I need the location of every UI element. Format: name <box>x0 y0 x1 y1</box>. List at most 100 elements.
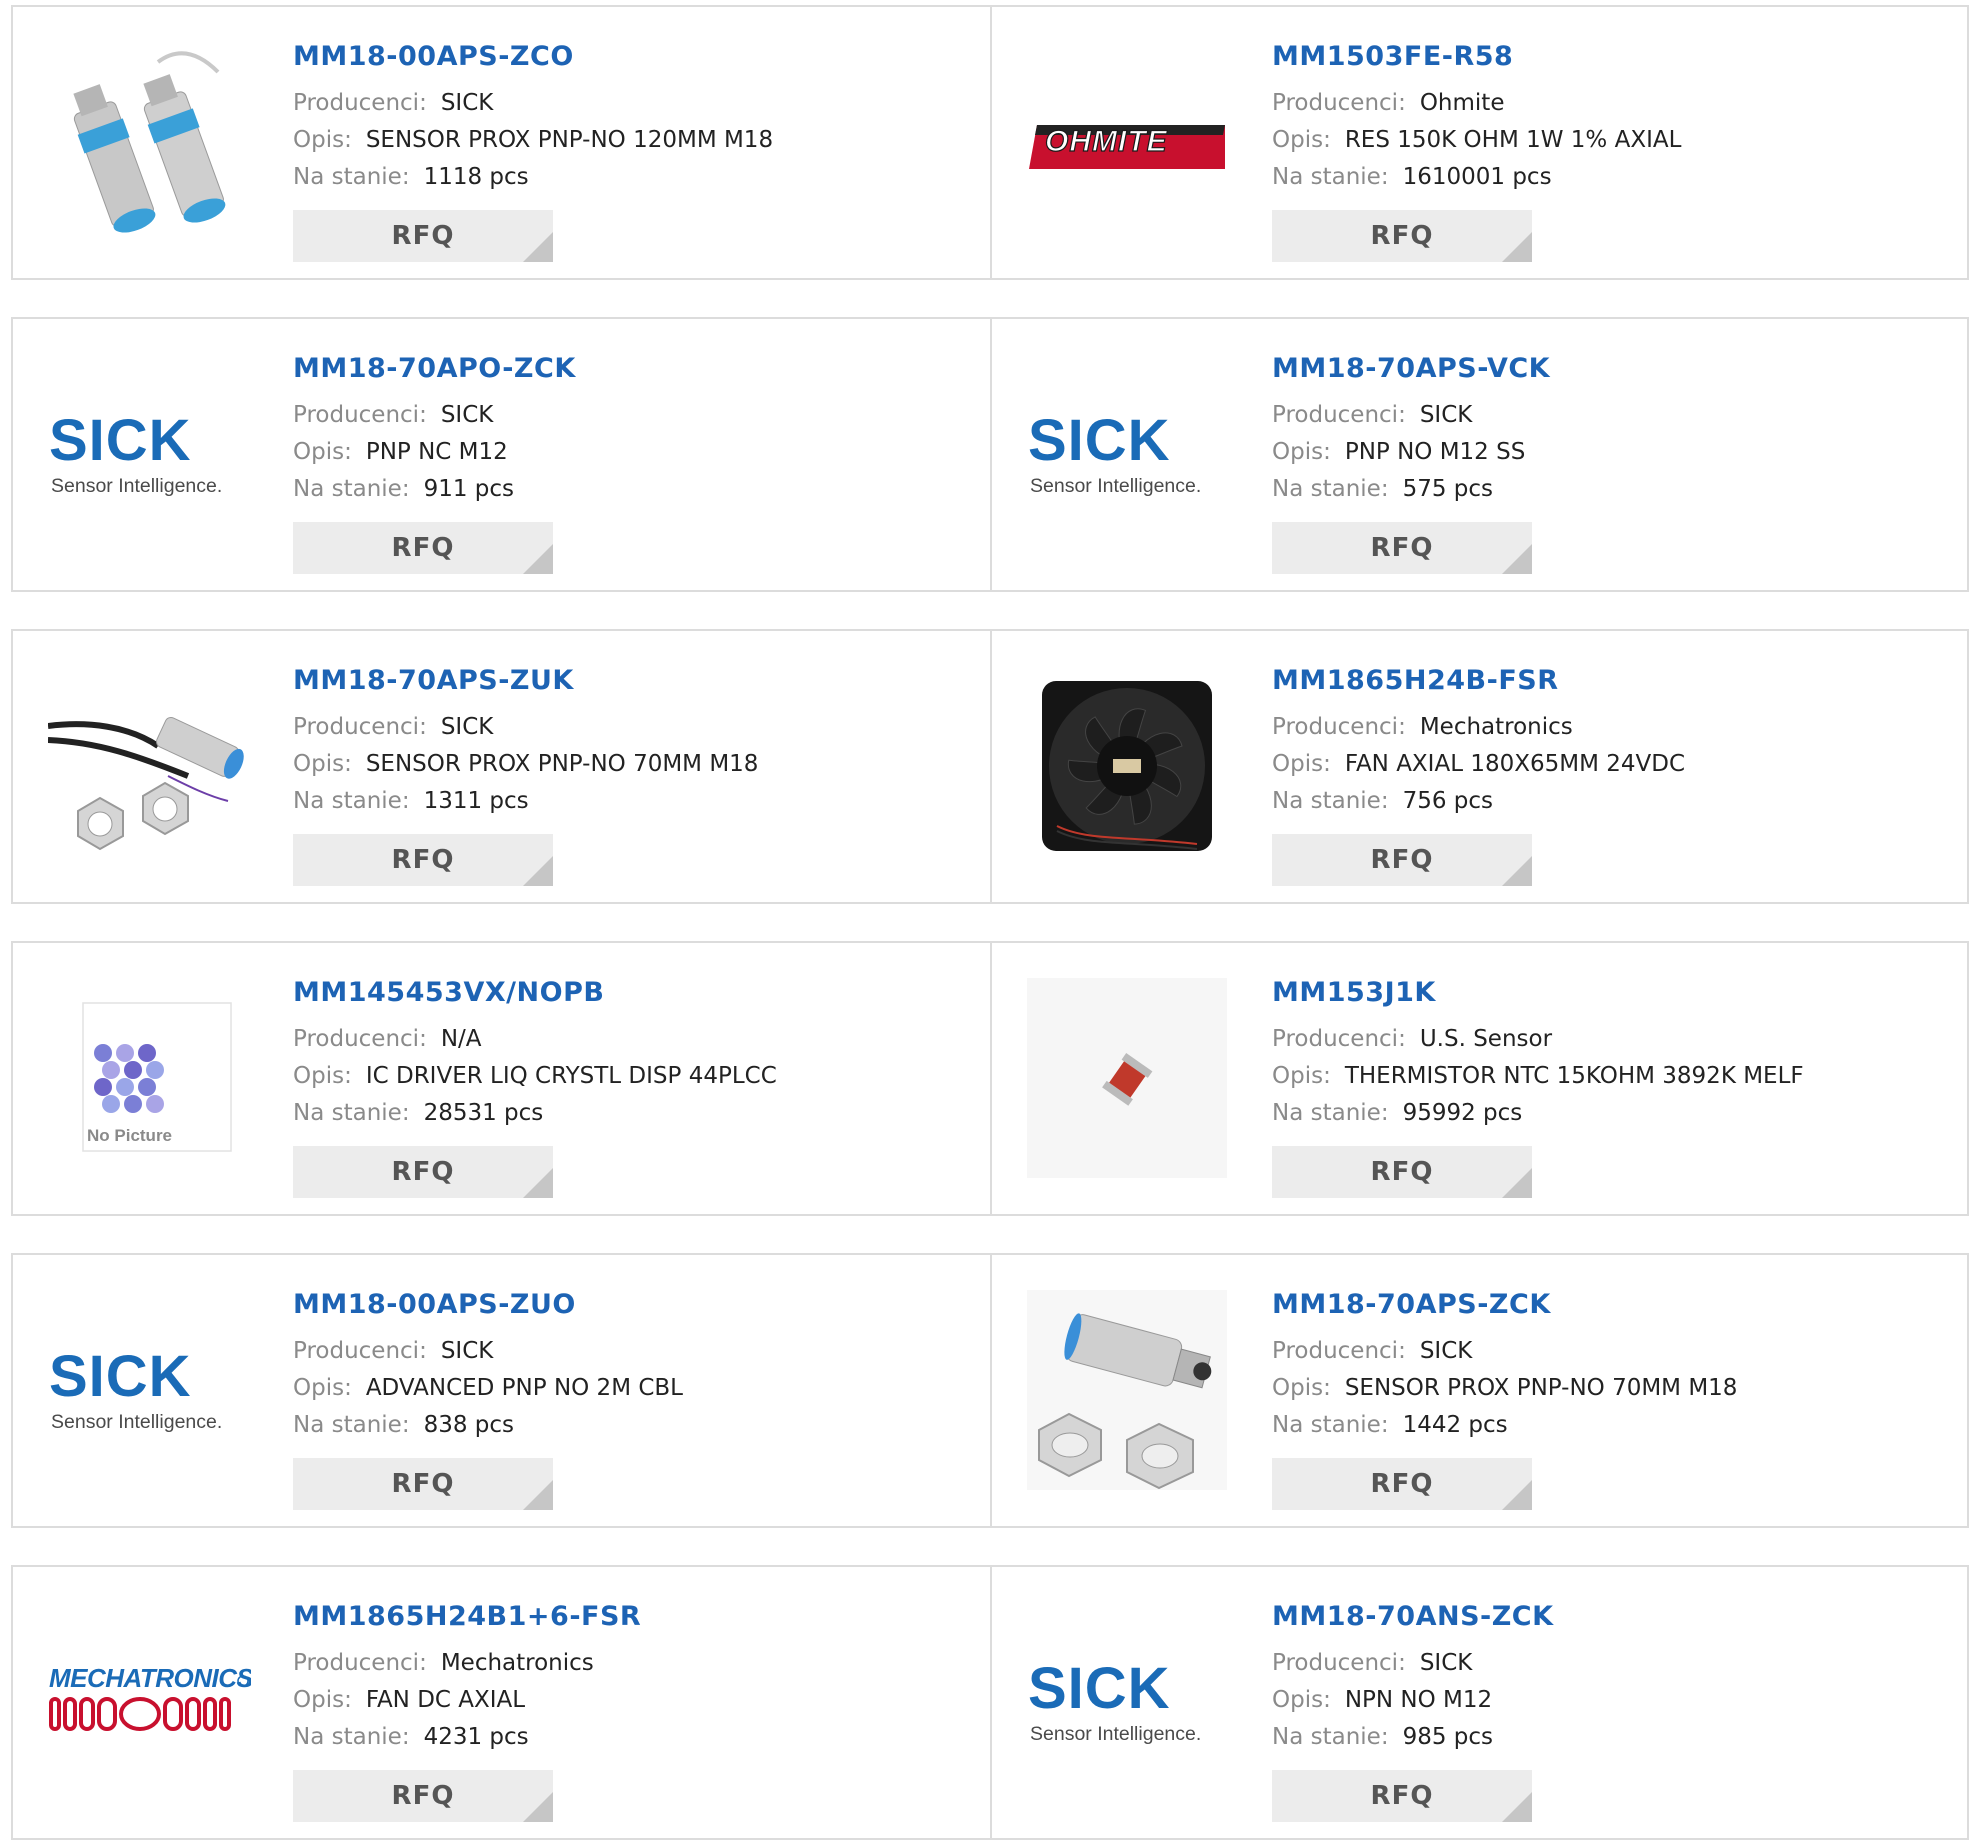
no-picture-icon: No Picture <box>82 1002 232 1152</box>
svg-text:No Picture: No Picture <box>87 1126 172 1145</box>
stock-line: Na stanie: 575 pcs <box>1272 476 1493 502</box>
manufacturer-label: Producenci: <box>293 1026 427 1052</box>
product-image[interactable]: SICK Sensor Intelligence. <box>43 1285 253 1495</box>
product-image[interactable]: No Picture <box>43 973 253 1183</box>
rfq-button[interactable]: RFQ <box>293 1458 553 1510</box>
product-row: MECHATRONICS MM1865H24B1+6-FSR Producenci:… <box>11 1565 1969 1840</box>
stock-value: 1610001 pcs <box>1402 164 1552 190</box>
rfq-button[interactable]: RFQ <box>1272 210 1532 262</box>
rfq-button[interactable]: RFQ <box>293 834 553 886</box>
svg-text:Sensor Intelligence.: Sensor Intelligence. <box>1030 1723 1201 1745</box>
stock-label: Na stanie: <box>1272 788 1389 814</box>
stock-line: Na stanie: 756 pcs <box>1272 788 1493 814</box>
rfq-button[interactable]: RFQ <box>1272 1770 1532 1822</box>
stock-line: Na stanie: 1610001 pcs <box>1272 164 1552 190</box>
product-part-number-link[interactable]: MM145453VX/NOPB <box>293 977 604 1008</box>
product-part-number-link[interactable]: MM153J1K <box>1272 977 1436 1008</box>
product-part-number-link[interactable]: MM18-70APS-ZCK <box>1272 1289 1551 1320</box>
thermistor-icon <box>1027 978 1227 1178</box>
product-card: MM153J1K Producenci: U.S. Sensor Opis: THERM… <box>992 943 1969 1214</box>
stock-value: 911 pcs <box>423 476 515 502</box>
svg-text:OHMITE: OHMITE <box>1045 125 1168 158</box>
product-part-number-link[interactable]: MM18-70APS-ZUK <box>293 665 574 696</box>
description-line: Opis: SENSOR PROX PNP-NO 70MM M18 <box>1272 1375 1737 1401</box>
rfq-button[interactable]: RFQ <box>1272 1458 1532 1510</box>
product-image[interactable]: MECHATRONICS <box>43 1597 253 1807</box>
manufacturer-label: Producenci: <box>293 90 427 116</box>
manufacturer-value: U.S. Sensor <box>1419 1026 1553 1052</box>
product-image[interactable] <box>1022 973 1232 1183</box>
svg-text:MECHATRONICS: MECHATRONICS <box>49 1663 251 1693</box>
stock-value: 838 pcs <box>423 1412 515 1438</box>
description-value: RES 150K OHM 1W 1% AXIAL <box>1344 127 1682 153</box>
product-card: MM18-70APS-ZUK Producenci: SICK Opis: SENSOR… <box>13 631 990 902</box>
rfq-button[interactable]: RFQ <box>293 522 553 574</box>
product-part-number-link[interactable]: MM18-00APS-ZCO <box>293 41 574 72</box>
stock-line: Na stanie: 838 pcs <box>293 1412 514 1438</box>
stock-line: Na stanie: 985 pcs <box>1272 1724 1493 1750</box>
description-value: FAN DC AXIAL <box>365 1687 526 1713</box>
stock-label: Na stanie: <box>1272 1724 1389 1750</box>
stock-label: Na stanie: <box>293 1412 410 1438</box>
description-label: Opis: <box>1272 751 1331 777</box>
product-image[interactable] <box>43 661 253 871</box>
stock-value: 28531 pcs <box>423 1100 544 1126</box>
description-value: FAN AXIAL 180X65MM 24VDC <box>1344 751 1686 777</box>
stock-label: Na stanie: <box>1272 164 1389 190</box>
product-image[interactable]: SICK Sensor Intelligence. <box>1022 349 1232 559</box>
product-part-number-link[interactable]: MM18-70APS-VCK <box>1272 353 1550 384</box>
product-part-number-link[interactable]: MM1503FE-R58 <box>1272 41 1513 72</box>
product-row: MM18-00APS-ZCO Producenci: SICK Opis: SENSOR… <box>11 5 1969 280</box>
description-label: Opis: <box>293 1375 352 1401</box>
product-image[interactable]: SICK Sensor Intelligence. <box>43 349 253 559</box>
rfq-button[interactable]: RFQ <box>1272 522 1532 574</box>
svg-text:Sensor Intelligence.: Sensor Intelligence. <box>51 475 222 497</box>
stock-value: 575 pcs <box>1402 476 1494 502</box>
manufacturer-line: Producenci: Mechatronics <box>293 1650 594 1676</box>
description-value: PNP NC M12 <box>365 439 508 465</box>
rfq-button[interactable]: RFQ <box>293 1770 553 1822</box>
stock-value: 1118 pcs <box>423 164 529 190</box>
stock-line: Na stanie: 1118 pcs <box>293 164 529 190</box>
description-label: Opis: <box>1272 1063 1331 1089</box>
rfq-button[interactable]: RFQ <box>1272 834 1532 886</box>
svg-text:Sensor Intelligence.: Sensor Intelligence. <box>1030 475 1201 497</box>
manufacturer-value: SICK <box>440 714 494 740</box>
rfq-button[interactable]: RFQ <box>1272 1146 1532 1198</box>
product-image[interactable] <box>43 37 253 247</box>
description-line: Opis: ADVANCED PNP NO 2M CBL <box>293 1375 683 1401</box>
manufacturer-value: Mechatronics <box>440 1650 594 1676</box>
description-label: Opis: <box>1272 1687 1331 1713</box>
cable-sensor-icon <box>48 716 244 851</box>
description-value: PNP NO M12 SS <box>1344 439 1526 465</box>
sensor-nuts-icon <box>1027 1290 1227 1490</box>
product-row: MM18-70APS-ZUK Producenci: SICK Opis: SENSOR… <box>11 629 1969 904</box>
sensor-pair-icon <box>73 51 226 233</box>
product-part-number-link[interactable]: MM18-00APS-ZUO <box>293 1289 576 1320</box>
manufacturer-label: Producenci: <box>293 714 427 740</box>
product-part-number-link[interactable]: MM18-70APO-ZCK <box>293 353 576 384</box>
stock-label: Na stanie: <box>1272 1100 1389 1126</box>
stock-line: Na stanie: 1311 pcs <box>293 788 529 814</box>
product-image[interactable]: SICK Sensor Intelligence. <box>1022 1597 1232 1807</box>
description-line: Opis: PNP NO M12 SS <box>1272 439 1525 465</box>
product-part-number-link[interactable]: MM18-70ANS-ZCK <box>1272 1601 1554 1632</box>
manufacturer-line: Producenci: U.S. Sensor <box>1272 1026 1552 1052</box>
product-part-number-link[interactable]: MM1865H24B-FSR <box>1272 665 1559 696</box>
rfq-button[interactable]: RFQ <box>293 210 553 262</box>
product-image[interactable] <box>1022 661 1232 871</box>
stock-line: Na stanie: 911 pcs <box>293 476 514 502</box>
product-image[interactable] <box>1022 1285 1232 1495</box>
manufacturer-label: Producenci: <box>1272 90 1406 116</box>
product-card: MM18-70APS-ZCK Producenci: SICK Opis: SENSOR… <box>992 1255 1969 1526</box>
description-line: Opis: RES 150K OHM 1W 1% AXIAL <box>1272 127 1681 153</box>
product-card: MECHATRONICS MM1865H24B1+6-FSR Producenci:… <box>13 1567 990 1838</box>
product-image[interactable]: OHMITE <box>1022 37 1232 247</box>
stock-label: Na stanie: <box>293 788 410 814</box>
stock-label: Na stanie: <box>1272 476 1389 502</box>
description-value: SENSOR PROX PNP-NO 70MM M18 <box>365 751 759 777</box>
product-part-number-link[interactable]: MM1865H24B1+6-FSR <box>293 1601 641 1632</box>
stock-value: 985 pcs <box>1402 1724 1494 1750</box>
rfq-button[interactable]: RFQ <box>293 1146 553 1198</box>
product-card: OHMITE MM1503FE-R58 Producenci: Ohmite Opis:… <box>992 7 1969 278</box>
